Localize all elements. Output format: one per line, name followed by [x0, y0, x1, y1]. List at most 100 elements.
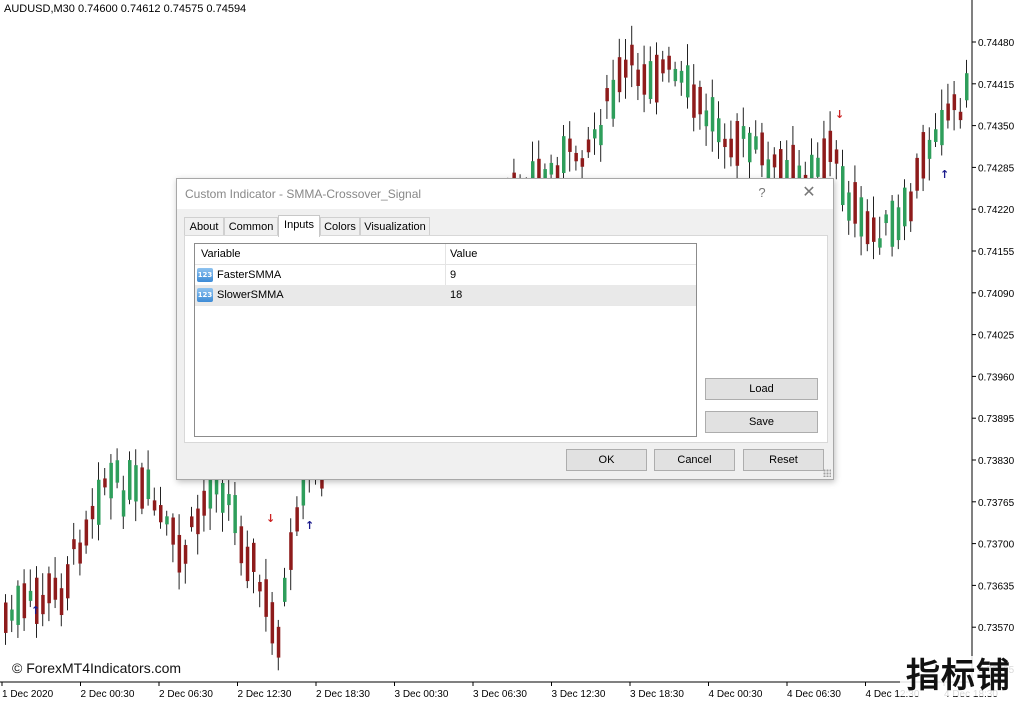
price-label: 0.73570: [978, 623, 1015, 634]
buy-arrow-icon: ↑: [305, 519, 314, 532]
tab-about[interactable]: About: [184, 217, 224, 236]
buy-arrow-icon: ↑: [940, 168, 949, 181]
reset-button[interactable]: Reset: [743, 449, 824, 471]
price-label: 0.73765: [978, 498, 1015, 509]
candle-body: [586, 139, 591, 153]
variable-value[interactable]: 9: [450, 269, 456, 281]
candle-body: [921, 132, 926, 179]
tab-colors[interactable]: Colors: [320, 217, 360, 236]
time-label: 4 Dec 00:30: [709, 689, 763, 700]
candle-body: [834, 149, 839, 164]
candle-body: [853, 182, 857, 224]
candle-body: [221, 482, 225, 513]
dialog-titlebar[interactable]: Custom Indicator - SMMA-Crossover_Signal…: [177, 179, 833, 209]
inputs-table[interactable]: Variable Value 123 FasterSMMA 9 123 Slow…: [194, 243, 697, 437]
candle-body: [710, 97, 715, 132]
candle-body: [264, 579, 268, 617]
candle-body: [16, 585, 20, 625]
candle-body: [295, 507, 299, 532]
candle-body: [611, 79, 616, 119]
candle-body: [177, 534, 182, 573]
candle-body: [958, 111, 963, 121]
candle-body: [673, 68, 678, 82]
candle-body: [878, 238, 882, 248]
candle-body: [686, 65, 690, 98]
time-label: 3 Dec 00:30: [395, 689, 449, 700]
candle-body: [723, 138, 727, 148]
header-value[interactable]: Value: [450, 248, 477, 260]
candle-body: [35, 577, 39, 624]
inputs-panel: Variable Value 123 FasterSMMA 9 123 Slow…: [184, 235, 828, 443]
candle-body: [574, 152, 578, 162]
price-label: 0.74285: [978, 163, 1015, 174]
candle-body: [599, 125, 603, 146]
candle-body: [252, 542, 256, 572]
table-row[interactable]: 123 FasterSMMA 9: [195, 265, 696, 286]
candle-body: [165, 516, 169, 525]
candle-body: [41, 594, 45, 615]
candle-body: [159, 505, 163, 523]
candle-body: [754, 136, 758, 150]
price-label: 0.74155: [978, 247, 1015, 258]
price-label: 0.74480: [978, 38, 1015, 49]
candle-body: [779, 149, 783, 181]
candle-body: [915, 157, 919, 191]
tab-visualization[interactable]: Visualization: [360, 217, 430, 236]
sell-arrow-icon: ↓: [266, 512, 275, 525]
candle-body: [717, 118, 721, 143]
ok-button[interactable]: OK: [566, 449, 647, 471]
time-label: 3 Dec 06:30: [473, 689, 527, 700]
candle-body: [289, 532, 293, 570]
tab-common[interactable]: Common: [224, 217, 278, 236]
candle-body: [822, 138, 826, 184]
candle-body: [965, 73, 969, 101]
candle-body: [772, 154, 777, 168]
tab-inputs[interactable]: Inputs: [278, 215, 320, 237]
load-button[interactable]: Load: [705, 378, 818, 400]
sell-arrow-icon: ↓: [835, 108, 844, 121]
time-label: 4 Dec 06:30: [787, 689, 841, 700]
candle-body: [890, 200, 895, 247]
candle-body: [903, 187, 907, 227]
candle-body: [828, 130, 833, 162]
help-button[interactable]: ?: [751, 182, 773, 204]
candle-body: [661, 59, 665, 74]
candle-body: [952, 94, 957, 111]
candle-body: [636, 69, 640, 86]
header-variable[interactable]: Variable: [201, 248, 241, 260]
candle-body: [760, 132, 764, 166]
symbol-info: AUDUSD,M30 0.74600 0.74612 0.74575 0.745…: [4, 3, 247, 15]
candle-body: [239, 526, 244, 564]
time-label: 3 Dec 12:30: [552, 689, 606, 700]
resize-grip[interactable]: [823, 469, 831, 477]
custom-indicator-dialog: Custom Indicator - SMMA-Crossover_Signal…: [176, 178, 834, 480]
table-row[interactable]: 123 SlowerSMMA 18: [195, 285, 696, 306]
buy-arrow-icon: ↑: [31, 604, 40, 617]
variable-value[interactable]: 18: [450, 289, 462, 301]
candle-body: [66, 564, 70, 599]
candle-body: [128, 460, 132, 500]
candle-body: [53, 577, 58, 600]
close-button[interactable]: ✕: [797, 182, 821, 204]
price-label: 0.74025: [978, 331, 1015, 342]
time-label: 3 Dec 18:30: [630, 689, 684, 700]
candle-body: [109, 462, 113, 499]
candle-body: [940, 109, 944, 146]
watermark: © ForexMT4Indicators.com: [12, 660, 182, 676]
candle-body: [655, 54, 659, 103]
price-label: 0.73635: [978, 581, 1015, 592]
candle-body: [84, 519, 89, 546]
candle-body: [624, 59, 628, 78]
time-label: 2 Dec 06:30: [159, 689, 213, 700]
candle-body: [47, 573, 51, 604]
candle-body: [617, 57, 622, 93]
candle-body: [121, 490, 126, 517]
price-label: 0.73700: [978, 540, 1015, 551]
candle-body: [816, 157, 820, 177]
candle-body: [270, 602, 275, 644]
save-button[interactable]: Save: [705, 411, 818, 433]
corner-logo: 指标铺: [900, 656, 1017, 696]
cancel-button[interactable]: Cancel: [654, 449, 735, 471]
candle-body: [735, 121, 740, 166]
candle-body: [103, 478, 107, 488]
